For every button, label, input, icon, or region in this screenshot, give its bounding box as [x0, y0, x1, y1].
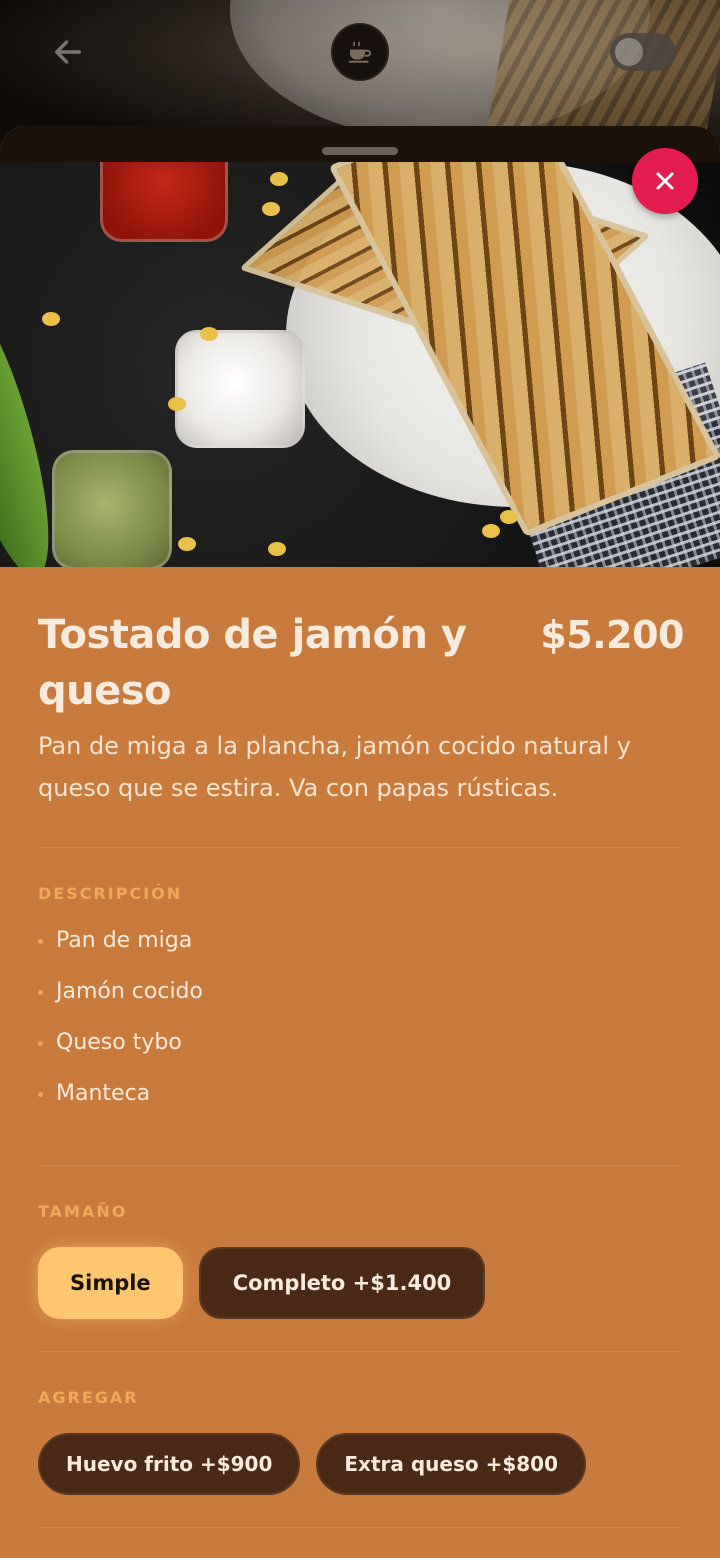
product-details: Tostado de jamón y queso $5.200 Pan de m…	[0, 567, 720, 1528]
product-title: Tostado de jamón y queso	[38, 612, 467, 714]
theme-toggle[interactable]	[610, 33, 676, 71]
coffee-cup-icon	[348, 41, 371, 63]
photo-dip-green	[52, 450, 172, 567]
photo-corn	[168, 397, 186, 411]
ingredient-item: Manteca	[38, 1076, 682, 1127]
photo-corn	[482, 524, 500, 538]
photo-corn	[268, 542, 286, 556]
size-options: Simple Completo +$1.400	[38, 1247, 682, 1319]
photo-corn	[42, 312, 60, 326]
ingredient-label: Manteca	[56, 1081, 151, 1106]
bullet-icon	[38, 990, 43, 995]
divider	[38, 847, 682, 848]
size-label: TAMAÑO	[38, 1202, 128, 1221]
title-row: Tostado de jamón y queso $5.200	[38, 607, 684, 714]
size-option-simple[interactable]: Simple	[38, 1247, 183, 1319]
close-icon	[656, 172, 674, 190]
photo-corn	[200, 327, 218, 341]
product-summary: Pan de miga a la plancha, jamón cocido n…	[38, 732, 631, 802]
extras-options: Huevo frito +$900 Extra queso +$800	[38, 1433, 682, 1495]
ingredient-item: Queso tybo	[38, 1025, 682, 1076]
toggle-knob	[615, 38, 643, 66]
divider	[38, 1527, 682, 1528]
bullet-icon	[38, 1092, 43, 1097]
ingredient-label: Pan de miga	[56, 928, 193, 953]
bullet-icon	[38, 939, 43, 944]
photo-corn	[270, 172, 288, 186]
background-photo-toast	[486, 0, 720, 130]
photo-dip-ketchup	[100, 162, 228, 242]
photo-corn	[500, 510, 518, 524]
photo-dip-mayo	[175, 330, 305, 448]
extra-option-queso[interactable]: Extra queso +$800	[316, 1433, 586, 1495]
divider	[38, 1165, 682, 1166]
extra-option-huevo[interactable]: Huevo frito +$900	[38, 1433, 301, 1495]
ingredient-list: Pan de miga Jamón cocido Queso tybo Mant…	[38, 923, 682, 1127]
sheet-header-bar	[0, 126, 720, 166]
divider	[38, 1351, 682, 1352]
product-detail-sheet: Tostado de jamón y queso $5.200 Pan de m…	[0, 126, 720, 1558]
arrow-left-icon	[54, 40, 82, 64]
extras-label: AGREGAR	[38, 1388, 139, 1407]
product-price: $5.200	[540, 613, 684, 657]
product-photo	[0, 162, 720, 567]
size-option-completo[interactable]: Completo +$1.400	[198, 1247, 486, 1319]
description-label: DESCRIPCIÓN	[38, 884, 183, 903]
drag-handle[interactable]	[322, 147, 398, 155]
photo-corn	[262, 202, 280, 216]
ingredient-item: Jamón cocido	[38, 974, 682, 1025]
photo-corn	[178, 537, 196, 551]
ingredient-label: Queso tybo	[56, 1030, 182, 1055]
close-button[interactable]	[632, 148, 698, 214]
ingredient-item: Pan de miga	[38, 923, 682, 974]
cafe-logo	[331, 23, 389, 81]
back-button[interactable]	[46, 30, 90, 74]
ingredient-label: Jamón cocido	[56, 979, 203, 1004]
bullet-icon	[38, 1041, 43, 1046]
